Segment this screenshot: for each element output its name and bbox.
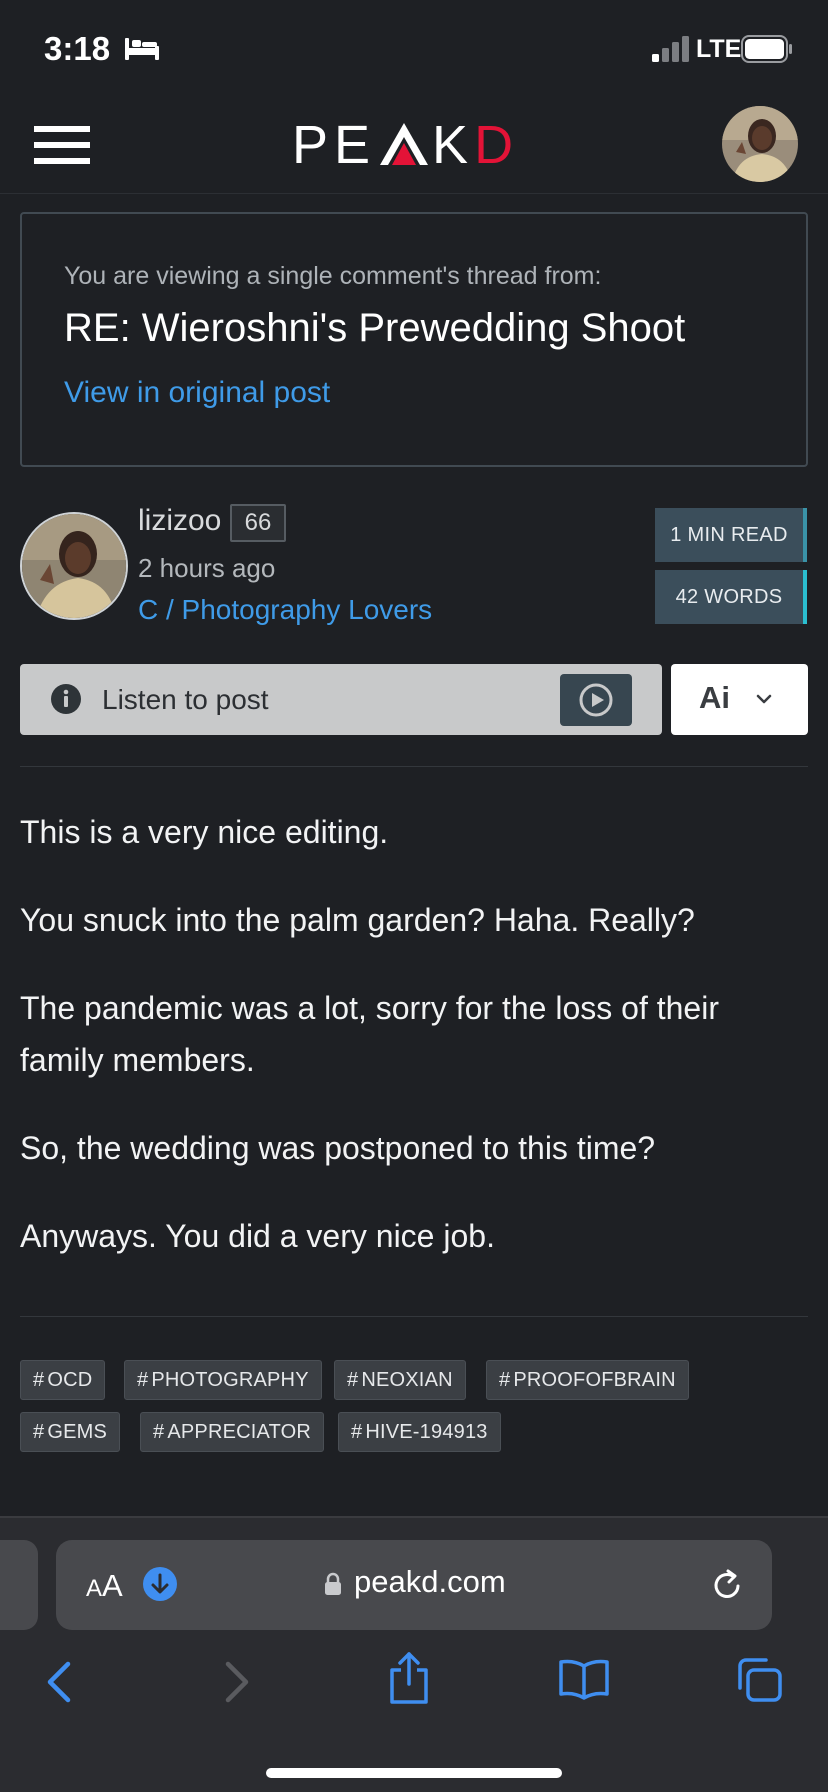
tag-label: PROOFOFBRAIN [513,1369,676,1391]
signal-icon [652,36,689,62]
post-paragraph: The pandemic was a lot, sorry for the lo… [20,990,719,1078]
ai-voice-select[interactable]: Ai [671,664,808,735]
user-avatar-image [722,106,798,182]
word-count-badge: 42 WORDS [655,570,807,624]
tag-label: OCD [47,1369,93,1391]
browser-toolbar: AA peakd.com [0,1516,828,1792]
reload-icon[interactable] [710,1566,746,1604]
lock-icon [325,1572,341,1595]
post-paragraph: Anyways. You did a very nice job. [20,1218,495,1254]
author-avatar[interactable] [20,512,128,620]
tag-ocd[interactable]: # OCD [20,1360,106,1400]
battery-icon [741,35,792,63]
hamburger-menu-icon[interactable] [34,124,90,166]
home-indicator[interactable] [266,1768,562,1778]
tag-neoxian[interactable]: # NEOXIAN [334,1360,466,1400]
tag-appreciator[interactable]: # APPRECIATOR [140,1412,325,1452]
listen-to-post-bar[interactable]: Listen to post [20,664,662,735]
logo-text-left: PE [292,115,377,175]
reader-aa-button[interactable]: AA [86,1568,123,1604]
tag-label: APPRECIATOR [167,1421,312,1443]
post-paragraph: So, the wedding was postponed to this ti… [20,1130,656,1166]
forward-arrow-icon[interactable] [222,1660,252,1704]
view-original-post-link[interactable]: View in original post [64,376,330,410]
back-arrow-icon[interactable] [44,1660,74,1704]
listen-to-post-label: Listen to post [102,684,269,715]
tabs-icon[interactable] [734,1656,784,1704]
divider [20,766,808,767]
download-icon[interactable] [142,1566,178,1602]
status-bar: 3:18 LTE [0,0,828,100]
aa-large: A [102,1568,123,1603]
divider [20,1316,808,1317]
logo-text-d: D [474,115,520,175]
app-header: PE KD [0,100,828,194]
reputation-badge: 66 [230,504,286,542]
author-avatar-image [22,514,126,618]
post-paragraph: You snuck into the palm garden? Haha. Re… [20,902,695,938]
network-label: LTE [696,35,742,63]
tag-label: GEMS [47,1421,108,1443]
share-icon[interactable] [386,1650,432,1706]
tag-label: PHOTOGRAPHY [151,1369,309,1391]
play-button[interactable] [560,674,632,726]
thread-title: RE: Wieroshni's Prewedding Shoot [64,306,686,350]
post-body: This is a very nice editing. You snuck i… [20,806,808,1298]
post-paragraph: This is a very nice editing. [20,814,389,850]
chevron-down-icon [756,694,772,704]
author-name[interactable]: lizizoo [138,504,221,538]
address-bar[interactable]: AA peakd.com [56,1540,772,1630]
info-icon [51,684,81,714]
logo-a-mark-icon [380,123,429,165]
status-time: 3:18 [44,30,111,67]
community-link[interactable]: C / Photography Lovers [138,594,432,626]
read-time-badge: 1 MIN READ [655,508,807,562]
tag-label: HIVE-194913 [365,1421,488,1443]
tag-label: NEOXIAN [361,1369,453,1391]
ai-select-label: Ai [699,680,730,715]
tag-photography[interactable]: # PHOTOGRAPHY [124,1360,322,1400]
post-timestamp[interactable]: 2 hours ago [138,553,275,584]
user-avatar[interactable] [722,106,798,182]
bed-icon [125,38,159,60]
play-icon [579,683,613,717]
tag-proofofbrain[interactable]: # PROOFOFBRAIN [486,1360,689,1400]
aa-small: A [86,1575,103,1602]
single-thread-notice: You are viewing a single comment's threa… [20,212,808,467]
bookmarks-icon[interactable] [558,1658,610,1700]
thread-intro-text: You are viewing a single comment's threa… [64,262,602,290]
tag-hive-194913[interactable]: # HIVE-194913 [338,1412,501,1452]
url-text: peakd.com [354,1564,506,1599]
tag-gems[interactable]: # GEMS [20,1412,121,1452]
peakd-logo[interactable]: PE KD [292,114,520,175]
logo-text-k: K [432,115,475,175]
previous-tab-preview[interactable] [0,1540,38,1630]
